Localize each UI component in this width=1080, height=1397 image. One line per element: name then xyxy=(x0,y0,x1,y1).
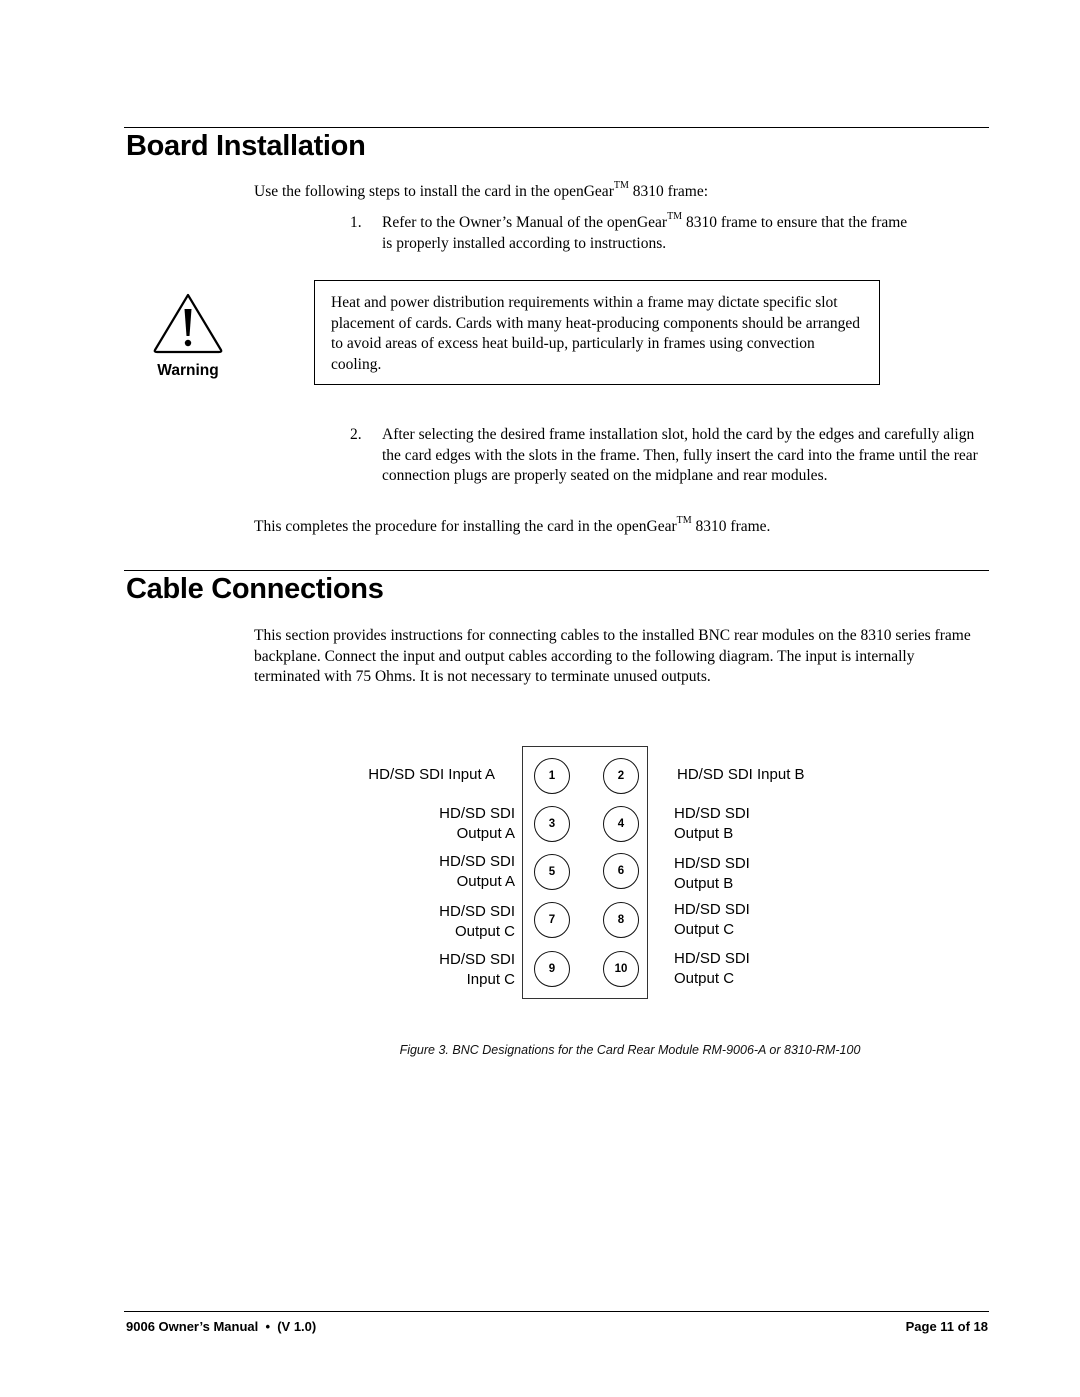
bnc-connector-5: 5 xyxy=(534,854,570,890)
trademark: TM xyxy=(667,210,683,222)
connector-label-3: HD/SD SDI Output A xyxy=(439,804,515,844)
bnc-connector-6: 6 xyxy=(603,853,639,889)
warning-triangle-icon xyxy=(153,293,223,354)
cable-connections-paragraph: This section provides instructions for c… xyxy=(254,627,971,685)
step-2: 2. After selecting the desired frame ins… xyxy=(350,425,990,487)
step-text: After selecting the desired frame instal… xyxy=(382,426,978,484)
connector-label-2: HD/SD SDI Input B xyxy=(677,765,805,785)
label-line: Output B xyxy=(674,825,734,842)
step-text-part: is properly installed according to instr… xyxy=(382,234,667,252)
conclusion-text-suffix: 8310 frame. xyxy=(691,518,771,535)
label-line: HD/SD SDI xyxy=(439,951,515,968)
warning-text: Heat and power distribution requirements… xyxy=(331,294,860,373)
bnc-connector-4: 4 xyxy=(603,806,639,842)
label-line: HD/SD SDI xyxy=(439,853,515,870)
conclusion-text: This completes the procedure for install… xyxy=(254,518,677,535)
warning-label: Warning xyxy=(157,362,219,379)
intro-text-suffix: 8310 frame: xyxy=(628,183,709,200)
section-rule xyxy=(124,570,989,571)
heading-cable-connections: Cable Connections xyxy=(126,573,384,605)
intro-text: Use the following steps to install the c… xyxy=(254,183,614,200)
section-rule-top xyxy=(124,127,989,128)
label-line: HD/SD SDI xyxy=(439,805,515,822)
label-line: HD/SD SDI xyxy=(674,901,750,918)
connector-label-6: HD/SD SDI Output B xyxy=(674,854,750,894)
step-number: 1. xyxy=(350,214,362,231)
intro-paragraph: Use the following steps to install the c… xyxy=(254,179,989,203)
bnc-connector-9: 9 xyxy=(534,951,570,987)
label-line: HD/SD SDI xyxy=(674,855,750,872)
step-text-part: 8310 frame to ensure that the frame xyxy=(682,214,908,231)
label-line: Output C xyxy=(454,923,515,940)
heading-board-installation: Board Installation xyxy=(126,130,366,162)
conclusion-paragraph: This completes the procedure for install… xyxy=(254,514,989,538)
step-text-part: Refer to the Owner’s Manual of the openG… xyxy=(382,214,668,231)
bnc-connector-8: 8 xyxy=(603,902,639,938)
bnc-diagram: 1 2 3 4 5 6 7 8 9 10 HD/SD SDI Input A H… xyxy=(340,740,860,1010)
connector-label-10: HD/SD SDI Output C xyxy=(674,949,750,989)
label-line: HD/SD SDI xyxy=(674,950,750,967)
label-line: Output C xyxy=(674,970,735,987)
bnc-connector-2: 2 xyxy=(603,758,639,794)
bnc-connector-7: 7 xyxy=(534,902,570,938)
footer-document-title: 9006 Owner’s Manual • (V 1.0) xyxy=(126,1319,317,1334)
label-line: Output B xyxy=(674,875,734,892)
label-line: HD/SD SDI Input B xyxy=(677,766,805,783)
figure-caption: Figure 3. BNC Designations for the Card … xyxy=(399,1043,861,1057)
trademark: TM xyxy=(613,179,629,191)
label-line: Input C xyxy=(466,971,515,988)
bnc-connector-10: 10 xyxy=(603,951,639,987)
trademark: TM xyxy=(676,514,692,526)
connector-label-1: HD/SD SDI Input A xyxy=(368,765,495,785)
warning-box: Heat and power distribution requirements… xyxy=(314,280,880,385)
connector-label-7: HD/SD SDI Output C xyxy=(439,902,515,942)
step-1: 1. Refer to the Owner’s Manual of the op… xyxy=(350,210,990,254)
footer-rule xyxy=(124,1311,989,1312)
connector-label-8: HD/SD SDI Output C xyxy=(674,900,750,940)
label-line: HD/SD SDI xyxy=(439,903,515,920)
connector-label-4: HD/SD SDI Output B xyxy=(674,804,750,844)
footer-page-number: Page 11 of 18 xyxy=(905,1319,988,1334)
bnc-connector-3: 3 xyxy=(534,806,570,842)
label-line: Output C xyxy=(674,921,735,938)
label-line: HD/SD SDI xyxy=(674,805,750,822)
label-line: Output A xyxy=(456,825,515,842)
connector-label-9: HD/SD SDI Input C xyxy=(439,950,515,990)
label-line: HD/SD SDI Input A xyxy=(368,766,495,783)
bnc-connector-1: 1 xyxy=(534,758,570,794)
label-line: Output A xyxy=(456,873,515,890)
connector-label-5: HD/SD SDI Output A xyxy=(439,852,515,892)
step-text: Refer to the Owner’s Manual of the openG… xyxy=(382,210,990,254)
step-number: 2. xyxy=(350,426,362,443)
